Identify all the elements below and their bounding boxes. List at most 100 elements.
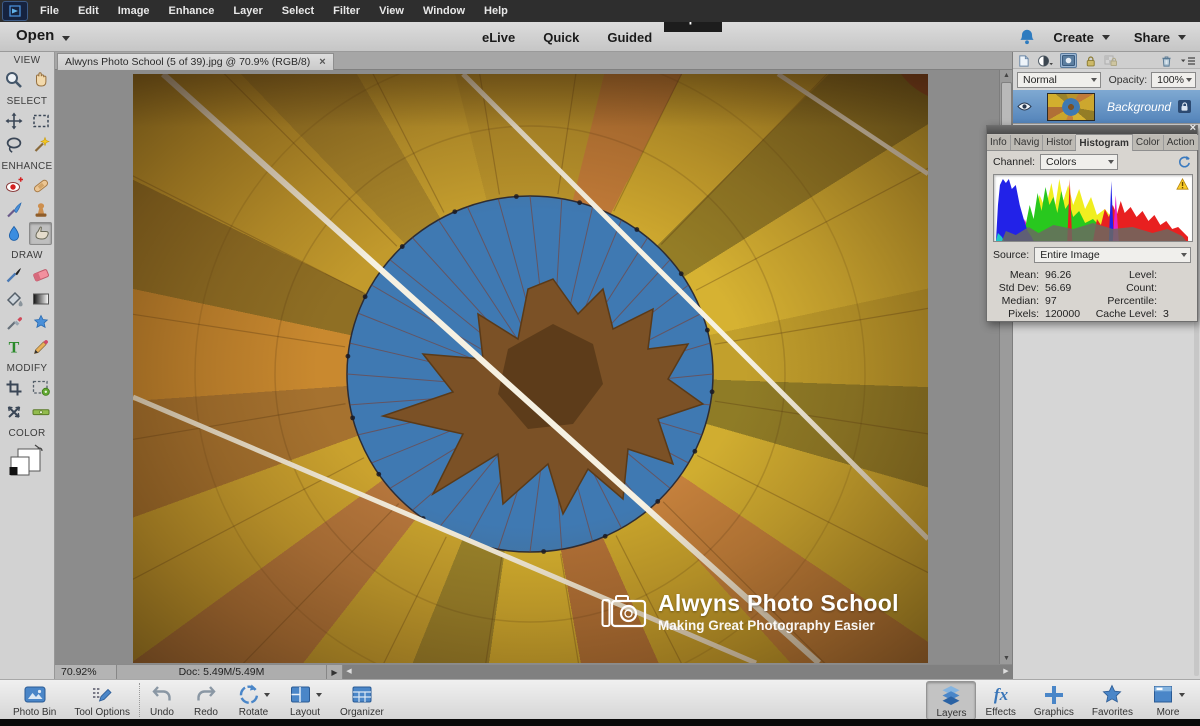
color-swatches[interactable] (9, 443, 45, 479)
smart-brush-tool[interactable] (2, 198, 25, 221)
share-button[interactable]: Share (1134, 30, 1170, 45)
menu-select[interactable]: Select (282, 5, 314, 17)
more-caret[interactable] (1179, 693, 1185, 697)
share-caret[interactable] (1178, 35, 1186, 40)
doc-size-field[interactable]: Doc: 5.49M/5.49M (117, 665, 327, 679)
effects-panel-button[interactable]: fx Effects (976, 681, 1024, 718)
eraser-tool[interactable] (29, 263, 52, 286)
document-tab[interactable]: Alwyns Photo School (5 of 39).jpg @ 70.9… (57, 53, 334, 70)
tab-quick[interactable]: Quick (543, 30, 579, 45)
add-layer-mask-icon[interactable] (1060, 53, 1077, 68)
panel-options-menu-icon[interactable] (1180, 55, 1196, 67)
eyedropper-tool[interactable] (2, 311, 25, 334)
photo-bin-button[interactable]: Photo Bin (4, 681, 65, 718)
menu-file[interactable]: File (40, 5, 59, 17)
paint-bucket-tool[interactable] (2, 287, 25, 310)
redo-button[interactable]: Redo (184, 681, 228, 718)
rotate-caret[interactable] (264, 693, 270, 697)
clone-stamp-tool[interactable] (29, 198, 52, 221)
straighten-tool[interactable] (29, 400, 52, 423)
canvas-horizontal-scrollbar[interactable]: ◀ ▶ (343, 665, 1012, 679)
pencil-tool[interactable] (29, 335, 52, 358)
spot-healing-brush-tool[interactable] (29, 174, 52, 197)
create-button[interactable]: Create (1053, 30, 1093, 45)
menu-enhance[interactable]: Enhance (169, 5, 215, 17)
status-expand-button[interactable]: ▶ (327, 665, 343, 679)
brush-tool[interactable] (2, 263, 25, 286)
lock-transparent-pixels-icon[interactable] (1104, 54, 1118, 68)
undo-button[interactable]: Undo (140, 681, 184, 718)
move-tool[interactable] (2, 109, 25, 132)
zoom-level-field[interactable]: 70.92% (55, 665, 117, 679)
open-button[interactable]: Open (16, 27, 54, 44)
layout-label: Layout (290, 707, 320, 718)
blur-tool[interactable] (2, 222, 25, 245)
create-caret[interactable] (1102, 35, 1110, 40)
notifications-bell-icon[interactable] (1017, 27, 1037, 47)
tab-guided[interactable]: Guided (607, 30, 652, 45)
opacity-dropdown[interactable]: 100% (1151, 72, 1196, 88)
rotate-button[interactable]: Rotate (228, 681, 279, 718)
content-aware-move-tool[interactable] (2, 400, 25, 423)
menu-filter[interactable]: Filter (333, 5, 360, 17)
refresh-histogram-icon[interactable] (1177, 155, 1191, 169)
lasso-tool[interactable] (2, 133, 25, 156)
gradient-tool[interactable] (29, 287, 52, 310)
document-tab-close-icon[interactable]: × (319, 56, 325, 68)
histogram-close-icon[interactable]: × (1190, 123, 1196, 134)
tab-color[interactable]: Color (1133, 135, 1164, 150)
hand-tool[interactable] (29, 68, 52, 91)
crop-tool[interactable] (2, 376, 25, 399)
rectangular-marquee-tool[interactable] (29, 109, 52, 132)
menu-layer[interactable]: Layer (233, 5, 262, 17)
menu-image[interactable]: Image (118, 5, 150, 17)
tab-elive[interactable]: eLive (482, 30, 515, 45)
histogram-panel-titlebar[interactable]: × (987, 126, 1197, 134)
recompose-tool[interactable] (29, 376, 52, 399)
layers-icon (938, 684, 964, 707)
layer-visibility-eye-icon[interactable] (1013, 101, 1035, 112)
red-eye-removal-tool[interactable] (2, 174, 25, 197)
menu-view[interactable]: View (379, 5, 404, 17)
layer-thumbnail[interactable] (1047, 93, 1095, 121)
zoom-tool[interactable] (2, 68, 25, 91)
tab-navigator[interactable]: Navig (1011, 135, 1044, 150)
status-bar: 70.92% Doc: 5.49M/5.49M ▶ ◀ ▶ (55, 664, 1012, 679)
menu-window[interactable]: Window (423, 5, 465, 17)
magic-wand-tool[interactable] (29, 133, 52, 156)
scroll-right-icon[interactable]: ▶ (1000, 665, 1012, 679)
cached-data-warning-icon[interactable] (1176, 178, 1189, 190)
hand-icon (31, 70, 51, 90)
lock-all-icon[interactable] (1084, 54, 1097, 68)
photo-canvas[interactable]: Alwyns Photo School Making Great Photogr… (133, 74, 928, 663)
delete-layer-trash-icon[interactable] (1160, 54, 1173, 68)
type-tool[interactable]: T (2, 335, 25, 358)
menu-edit[interactable]: Edit (78, 5, 99, 17)
favorites-panel-button[interactable]: Favorites (1083, 681, 1142, 718)
source-dropdown[interactable]: Entire Image (1034, 247, 1191, 263)
new-adjustment-layer-icon[interactable] (1037, 54, 1053, 68)
organizer-button[interactable]: Organizer (331, 681, 393, 718)
layers-panel-button[interactable]: Layers (926, 681, 976, 720)
open-dropdown-caret[interactable] (62, 36, 70, 41)
scroll-left-icon[interactable]: ◀ (343, 665, 355, 679)
graphics-panel-button[interactable]: Graphics (1025, 681, 1083, 718)
more-panel-button[interactable]: More (1142, 681, 1194, 718)
tool-options-button[interactable]: Tool Options (65, 681, 139, 718)
tab-info[interactable]: Info (987, 135, 1011, 150)
smudge-tool[interactable] (29, 222, 52, 245)
action-bar: Open eLive Quick Guided Create Share (0, 22, 1200, 52)
blend-mode-dropdown[interactable]: Normal (1017, 72, 1101, 88)
tab-histogram[interactable]: Histogram (1076, 134, 1132, 151)
menu-help[interactable]: Help (484, 5, 508, 17)
channel-dropdown[interactable]: Colors (1040, 154, 1118, 170)
layout-button[interactable]: Layout (279, 681, 331, 718)
custom-shape-tool[interactable] (29, 311, 52, 334)
layer-row-background[interactable]: Background (1013, 90, 1200, 124)
effects-label: Effects (985, 707, 1015, 718)
new-layer-icon[interactable] (1017, 54, 1030, 68)
tab-history[interactable]: Histor (1043, 135, 1076, 150)
layers-label: Layers (936, 708, 966, 719)
tab-actions[interactable]: Action (1164, 135, 1199, 150)
layout-caret[interactable] (316, 693, 322, 697)
